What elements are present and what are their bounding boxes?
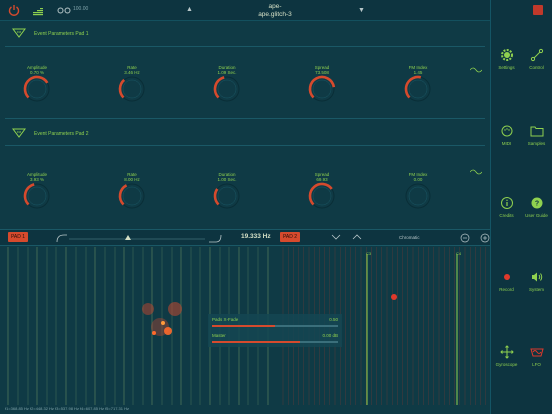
pads-crossfade-slider[interactable] — [212, 325, 338, 327]
pad-1-title: Event Parameters Pad 1 — [34, 31, 89, 37]
svg-text:FM: FM — [17, 30, 22, 34]
help-icon: ? — [531, 197, 542, 209]
sidebar-item-label: System — [528, 287, 544, 292]
sidebar-item-samples[interactable]: Samples — [521, 124, 552, 146]
plus-icon[interactable] — [480, 233, 490, 243]
sidebar-item-label: Control — [529, 65, 544, 70]
minus-icon[interactable] — [460, 233, 470, 243]
note-marker-c3: C3 — [366, 251, 372, 256]
sidebar-item-midi[interactable]: MIDI — [491, 124, 522, 146]
pads-crossfade-value: 0.50 — [329, 317, 338, 322]
svg-text:FM: FM — [17, 130, 22, 134]
wave-icon[interactable] — [470, 168, 482, 176]
preset-name-line2: ape.glitch-3 — [258, 11, 292, 18]
pad1-fm-index-knob[interactable] — [402, 73, 434, 105]
speaker-icon — [531, 272, 542, 282]
gear-icon — [500, 49, 513, 61]
tempo-readout[interactable]: 100.00 — [73, 6, 88, 12]
status-line: f1=368.85 Hz f2=448.32 Hz f3=537.98 Hz f… — [5, 406, 129, 411]
frequency-slider[interactable] — [55, 232, 225, 244]
pad-1-icon[interactable]: FM — [12, 28, 26, 38]
sidebar-item-gyroscope[interactable]: Gyroscope — [491, 345, 522, 367]
preset-name-line1: ape- — [268, 3, 282, 10]
master-fill — [212, 341, 301, 343]
folder-icon — [530, 126, 543, 137]
pads-crossfade-fill — [212, 325, 275, 327]
pad2-fm-index-knob[interactable] — [402, 180, 434, 212]
chevron-up-icon[interactable] — [352, 234, 362, 240]
pad-2-title: Event Parameters Pad 2 — [34, 131, 89, 137]
save-icon[interactable] — [533, 5, 543, 15]
note-marker-c4: C4 — [456, 251, 462, 256]
sidebar-item-label: Samples — [527, 141, 546, 146]
power-icon[interactable] — [8, 4, 20, 16]
sidebar-item-label: Settings — [498, 65, 515, 70]
scale-selector[interactable]: Chromatic — [399, 235, 420, 240]
frequency-value: 19.333 Hz — [241, 233, 271, 240]
sidebar-item-control[interactable]: Control — [521, 48, 552, 70]
sidebar-item-record[interactable]: Record — [491, 270, 522, 292]
info-icon — [500, 197, 513, 209]
preset-up-arrow-icon[interactable]: ▲ — [186, 6, 193, 13]
route-icon — [530, 48, 543, 62]
pad2-amplitude-knob[interactable] — [21, 180, 53, 212]
preset-down-arrow-icon[interactable]: ▼ — [358, 7, 365, 14]
loop-icon[interactable] — [57, 7, 71, 14]
sidebar-item-settings[interactable]: Settings — [491, 48, 522, 70]
sidebar-item-lfo[interactable]: LFO — [521, 345, 552, 367]
touch-point-pad-2 — [391, 294, 397, 300]
divider — [5, 118, 485, 119]
sidebar-item-user-guide[interactable]: ? User Guide — [521, 196, 552, 218]
sidebar-item-label: Record — [499, 287, 514, 292]
levels-icon[interactable] — [32, 6, 44, 17]
pad2-rate-knob[interactable] — [116, 180, 148, 212]
sidebar-item-system[interactable]: System — [521, 270, 552, 292]
master-value: 0.00 dB — [322, 333, 338, 338]
master-label: Master — [212, 333, 226, 338]
pad1-duration-knob[interactable] — [211, 73, 243, 105]
wave-icon[interactable] — [470, 66, 482, 74]
master-slider[interactable] — [212, 341, 338, 343]
pad-1-button[interactable]: PAD 1 — [8, 232, 28, 242]
divider — [5, 145, 485, 146]
pad2-duration-knob[interactable] — [211, 180, 243, 212]
lfo-icon — [529, 348, 544, 357]
sidebar-item-label: User Guide — [525, 213, 548, 218]
svg-text:?: ? — [534, 201, 538, 208]
pad2-spread-knob[interactable] — [306, 180, 338, 212]
pad-2-button[interactable]: PAD 2 — [280, 232, 300, 242]
sidebar-item-label: Gyroscope — [495, 362, 518, 367]
pad1-spread-knob[interactable] — [306, 73, 338, 105]
sidebar-item-label: LFO — [532, 362, 541, 367]
record-icon — [503, 274, 510, 280]
sidebar-item-label: Credits — [499, 213, 514, 218]
divider — [5, 46, 485, 47]
midi-icon — [501, 125, 512, 137]
mixer-panel: Pads X-Fade 0.50 Master 0.00 dB — [208, 314, 342, 347]
preset-name[interactable]: ape- ape.glitch-3 — [230, 3, 320, 19]
pad1-rate-knob[interactable] — [116, 73, 148, 105]
chevron-down-icon[interactable] — [331, 234, 341, 240]
pad-2-icon[interactable]: FM — [12, 128, 26, 138]
sidebar-item-credits[interactable]: Credits — [491, 196, 522, 218]
move-icon — [499, 345, 514, 359]
pads-crossfade-label: Pads X-Fade — [212, 317, 239, 322]
pad1-amplitude-knob[interactable] — [21, 73, 53, 105]
sidebar-item-label: MIDI — [501, 141, 512, 146]
